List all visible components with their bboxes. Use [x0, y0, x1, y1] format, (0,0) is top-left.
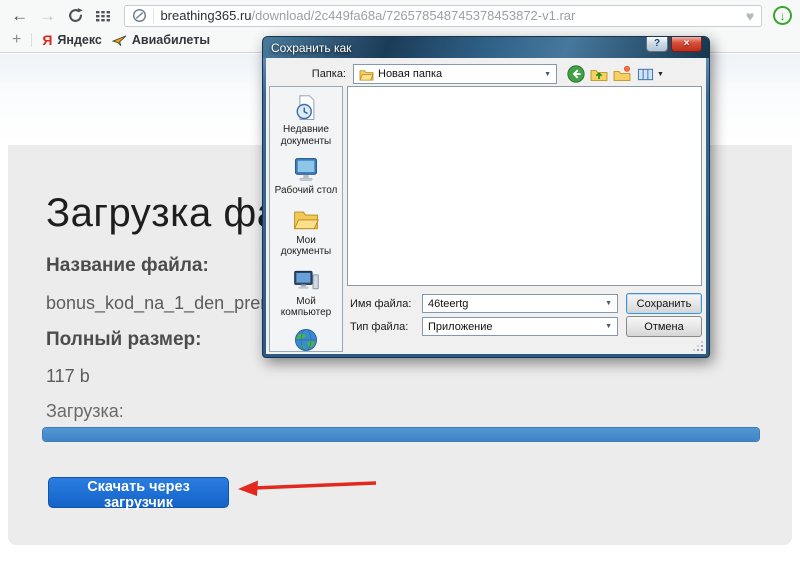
dialog-body: Папка: Новая папка ▼ ▼ [266, 58, 706, 354]
url-text: breathing365.ru/download/2c449fa68a/7265… [160, 8, 739, 23]
folder-select[interactable]: Новая папка ▼ [353, 64, 557, 84]
add-bookmark-icon[interactable]: + [12, 31, 21, 49]
chevron-down-icon[interactable]: ▼ [657, 71, 664, 78]
folder-icon [359, 68, 374, 81]
dialog-file-name-label: Имя файла: [350, 298, 411, 310]
places-bar: Недавние документы Рабочий стол Мои доку… [269, 86, 343, 352]
dialog-file-type-label: Тип файла: [350, 321, 408, 333]
bookmarks-divider [31, 33, 32, 47]
annotation-arrow-icon [236, 475, 382, 499]
dialog-titlebar[interactable]: Сохранить как [263, 37, 709, 58]
page-file-name-value: bonus_kod_na_1_den_prema [46, 293, 285, 314]
site-badge-icon[interactable] [132, 8, 147, 23]
up-folder-icon[interactable] [590, 65, 608, 83]
network-globe-icon [293, 327, 319, 353]
my-computer-icon [292, 266, 320, 294]
save-as-dialog: Сохранить как ? × Папка: Новая папка ▼ [262, 36, 710, 358]
place-my-computer[interactable]: Мой компьютер [270, 266, 342, 319]
folder-value: Новая папка [378, 68, 442, 80]
chevron-down-icon: ▼ [544, 71, 551, 78]
file-name-input[interactable]: 46teertg ▼ [422, 294, 618, 313]
file-name-value: 46teertg [428, 298, 468, 310]
my-documents-icon [292, 205, 320, 233]
forward-icon[interactable]: → [36, 5, 60, 27]
file-list[interactable] [347, 86, 702, 286]
back-nav-icon[interactable] [567, 65, 585, 83]
place-label: Мой компьютер [270, 296, 342, 319]
views-icon[interactable] [636, 65, 654, 83]
recent-documents-icon [292, 94, 320, 122]
place-label: Рабочий стол [273, 185, 340, 197]
address-bar[interactable]: breathing365.ru/download/2c449fa68a/7265… [124, 5, 762, 27]
page-file-size-value: 117 b [46, 366, 90, 387]
chevron-down-icon: ▼ [605, 300, 612, 307]
folder-label: Папка: [284, 68, 346, 80]
progress-label: Загрузка: [46, 401, 124, 422]
help-button[interactable]: ? [646, 37, 668, 52]
reload-icon[interactable] [63, 5, 87, 27]
page-file-size-label: Полный размер: [46, 329, 201, 351]
speed-dial-icon[interactable] [91, 5, 115, 27]
file-type-value: Приложение [428, 321, 493, 333]
url-path: /download/2c449fa68a/7265785487453784538… [252, 8, 576, 23]
bookmark-label: Яндекс [57, 33, 101, 47]
place-my-documents[interactable]: Мои документы [270, 205, 342, 258]
back-icon[interactable]: ← [8, 5, 32, 27]
download-button[interactable]: Скачать через загрузчик [48, 477, 229, 508]
yandex-icon: Я [42, 32, 52, 48]
browser-toolbar: ← → breathing365.ru/download/2c449fa68a/… [0, 0, 800, 28]
dialog-toolbar: ▼ [567, 65, 664, 83]
file-type-select[interactable]: Приложение ▼ [422, 317, 618, 336]
dialog-title: Сохранить как [271, 41, 351, 55]
bookmark-aviabilety[interactable]: Авиабилеты [112, 33, 210, 47]
url-domain: breathing365.ru [160, 8, 251, 23]
desktop-icon [292, 155, 320, 183]
page-file-name-label: Название файла: [46, 255, 209, 277]
progress-fill [43, 428, 759, 441]
airplane-icon [112, 33, 127, 47]
place-label: Мои документы [270, 235, 342, 258]
close-icon[interactable]: × [671, 37, 702, 52]
chevron-down-icon: ▼ [605, 323, 612, 330]
place-desktop[interactable]: Рабочий стол [270, 155, 342, 197]
progress-bar [42, 427, 760, 442]
downloads-icon[interactable]: ↓ [773, 6, 792, 25]
place-label: Недавние документы [270, 124, 342, 147]
resize-grip[interactable] [693, 341, 704, 352]
bookmark-yandex[interactable]: Я Яндекс [42, 32, 102, 48]
place-network[interactable]: Сетевое [270, 327, 342, 353]
save-button[interactable]: Сохранить [626, 293, 702, 314]
address-bar-divider [153, 9, 154, 23]
cancel-button[interactable]: Отмена [626, 316, 702, 337]
bookmark-label: Авиабилеты [132, 33, 210, 47]
bookmark-heart-icon[interactable]: ♥ [746, 8, 754, 24]
place-recent-documents[interactable]: Недавние документы [270, 94, 342, 147]
new-folder-icon[interactable] [613, 65, 631, 83]
